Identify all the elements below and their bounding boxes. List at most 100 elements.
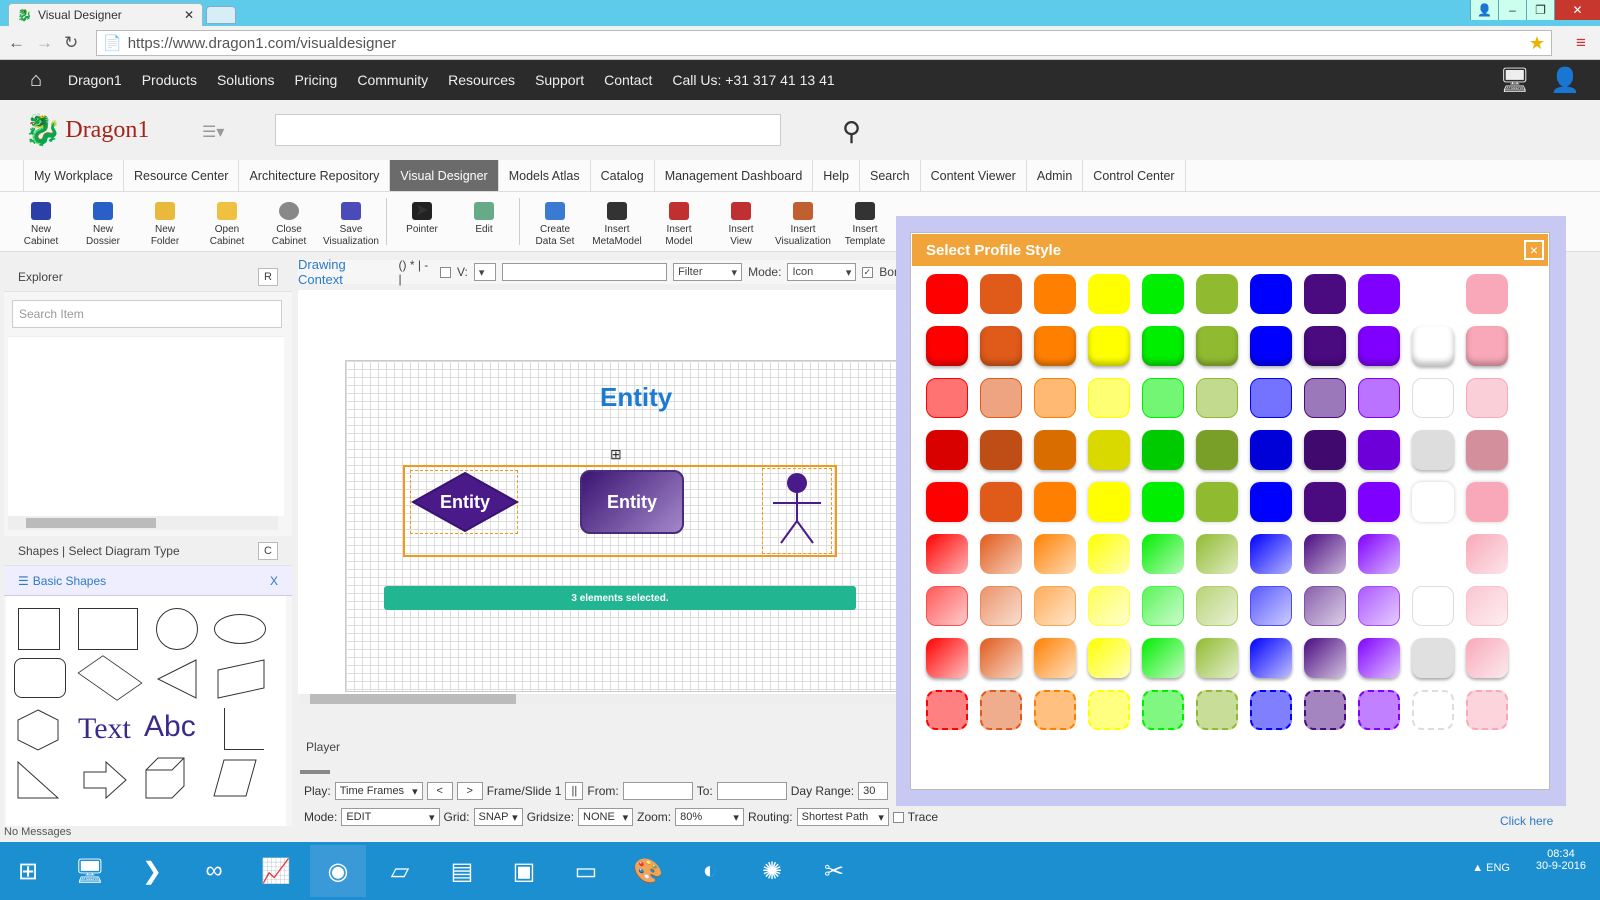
color-swatch[interactable] [1466,586,1508,626]
color-swatch[interactable] [1196,586,1238,626]
color-swatch[interactable] [1142,274,1184,314]
color-swatch[interactable] [1142,690,1184,730]
color-swatch[interactable] [926,482,968,522]
edit-button[interactable]: Edit [453,192,515,251]
color-swatch[interactable] [980,430,1022,470]
color-swatch[interactable] [1358,586,1400,626]
filter-select[interactable]: Filter ▾ [673,263,743,281]
search-icon[interactable]: ⚲ [842,116,861,147]
edit-mode-select[interactable]: EDIT ▾ [341,808,440,826]
color-swatch[interactable] [980,482,1022,522]
dragon-app-icon[interactable]: ✺ [744,845,800,897]
color-swatch[interactable] [1412,534,1454,574]
day-range-input[interactable]: 30 [858,782,889,800]
color-swatch[interactable] [1034,274,1076,314]
color-swatch[interactable] [1412,378,1454,418]
shape-rounded-rect[interactable] [14,658,66,698]
color-swatch[interactable] [1358,690,1400,730]
shape-square[interactable] [18,608,60,650]
logo[interactable]: 🐉 Dragon1 [24,108,149,152]
nav-dragon1[interactable]: Dragon1 [68,72,122,88]
tray-arrow-icon[interactable]: ▲ [1472,862,1483,874]
new-tab-button[interactable] [206,6,236,24]
color-swatch[interactable] [1304,482,1346,522]
color-swatch[interactable] [926,534,968,574]
shape-abc[interactable]: Abc [144,710,196,744]
shape-slanted[interactable] [212,758,258,798]
color-swatch[interactable] [1358,326,1400,366]
tab-catalog[interactable]: Catalog [591,160,655,191]
browser-tab[interactable]: 🐉 Visual Designer ✕ [8,3,203,26]
shape-triangle[interactable] [156,658,198,700]
nav-resources[interactable]: Resources [448,72,515,88]
shape-parallelogram[interactable] [216,658,266,700]
color-swatch[interactable] [1466,690,1508,730]
close-cabinet-button[interactable]: Close Cabinet [258,192,320,251]
group-icon[interactable]: ⊞ [610,446,622,463]
command-prompt-icon[interactable]: ▣ [496,845,552,897]
actor-shape[interactable] [762,468,832,554]
color-swatch[interactable] [1196,482,1238,522]
nav-support[interactable]: Support [535,72,584,88]
shape-ellipse[interactable] [214,614,266,644]
powershell-icon[interactable]: ❯ [124,845,180,897]
color-swatch[interactable] [926,430,968,470]
color-swatch[interactable] [980,638,1022,678]
infinity-app-icon[interactable]: ∞ [186,845,242,897]
nav-contact[interactable]: Contact [604,72,652,88]
color-swatch[interactable] [980,586,1022,626]
color-swatch[interactable] [1358,638,1400,678]
color-swatch[interactable] [1304,274,1346,314]
menu-icon[interactable]: ≡ [1576,33,1586,53]
color-swatch[interactable] [926,690,968,730]
color-swatch[interactable] [1412,430,1454,470]
color-swatch[interactable] [1034,482,1076,522]
color-swatch[interactable] [1412,326,1454,366]
color-swatch[interactable] [1412,274,1454,314]
color-swatch[interactable] [1466,326,1508,366]
color-swatch[interactable] [980,378,1022,418]
color-swatch[interactable] [1358,482,1400,522]
color-swatch[interactable] [1304,638,1346,678]
new-dossier-button[interactable]: New Dossier [72,192,134,251]
hamburger-icon[interactable]: ☰▾ [202,122,224,142]
folder-taskbar-icon[interactable]: ▭ [558,845,614,897]
color-swatch[interactable] [926,326,968,366]
color-swatch[interactable] [1412,482,1454,522]
tab-management-dashboard[interactable]: Management Dashboard [655,160,814,191]
color-swatch[interactable] [1412,638,1454,678]
entity-diamond[interactable]: Entity [410,470,519,534]
color-swatch[interactable] [1142,378,1184,418]
tab-help[interactable]: Help [813,160,860,191]
color-swatch[interactable] [1142,482,1184,522]
save-visualization-button[interactable]: Save Visualization [320,192,382,251]
color-swatch[interactable] [926,638,968,678]
pause-button[interactable]: || [565,782,584,800]
color-swatch[interactable] [980,534,1022,574]
color-swatch[interactable] [1196,534,1238,574]
color-swatch[interactable] [1412,586,1454,626]
shape-category[interactable]: Basic Shapes [33,574,106,588]
color-swatch[interactable] [1466,638,1508,678]
tab-admin[interactable]: Admin [1027,160,1084,191]
next-button[interactable]: > [456,782,483,800]
color-swatch[interactable] [1034,430,1076,470]
gridsize-select[interactable]: NONE ▾ [578,808,634,826]
shape-cube[interactable] [144,756,186,800]
home-icon[interactable]: ⌂ [14,69,58,92]
site-search-input[interactable] [275,114,781,146]
color-swatch[interactable] [1250,430,1292,470]
pointer-button[interactable]: ➤ Pointer [391,192,453,251]
play-select[interactable]: Time Frames ▾ [334,782,423,800]
entity-rectangle[interactable]: Entity [580,470,684,534]
color-swatch[interactable] [980,690,1022,730]
color-swatch[interactable] [1250,690,1292,730]
color-swatch[interactable] [1466,534,1508,574]
menu-icon[interactable]: ☰ [18,574,29,588]
tab-content-viewer[interactable]: Content Viewer [921,160,1027,191]
color-swatch[interactable] [1358,378,1400,418]
color-swatch[interactable] [1034,378,1076,418]
insert-metamodel-button[interactable]: Insert MetaModel [586,192,648,251]
color-swatch[interactable] [1088,638,1130,678]
create-data-set-button[interactable]: Create Data Set [524,192,586,251]
